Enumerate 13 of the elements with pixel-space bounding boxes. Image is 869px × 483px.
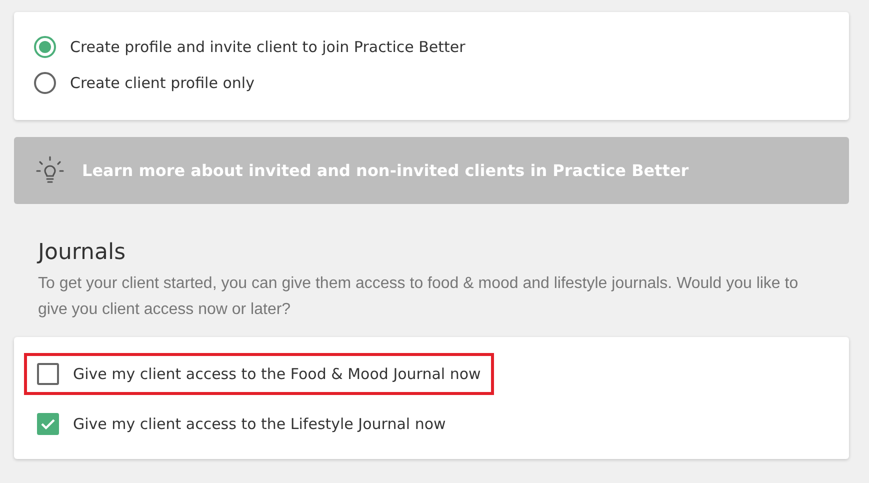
checkbox[interactable] — [37, 413, 59, 435]
checkbox-label[interactable]: Give my client access to the Food & Mood Journal now — [73, 365, 481, 383]
radio-label[interactable]: Create client profile only — [70, 74, 254, 92]
checkbox-label[interactable]: Give my client access to the Lifestyle Journal now — [73, 415, 446, 433]
lightbulb-icon — [36, 156, 64, 186]
section-title: Journals — [38, 240, 127, 265]
banner-text: Learn more about invited and non-invited clients in Practice Better — [82, 161, 689, 180]
radio-button[interactable] — [34, 36, 56, 58]
checkbox[interactable] — [37, 363, 59, 385]
checkmark-icon — [40, 416, 56, 432]
radio-label[interactable]: Create profile and invite client to join Practice Better — [70, 38, 466, 56]
section-description: To get your client started, you can give them access to food & mood and lifestyle journals. Would you like to give you client access now or later? — [38, 274, 799, 320]
radio-button[interactable] — [34, 72, 56, 94]
